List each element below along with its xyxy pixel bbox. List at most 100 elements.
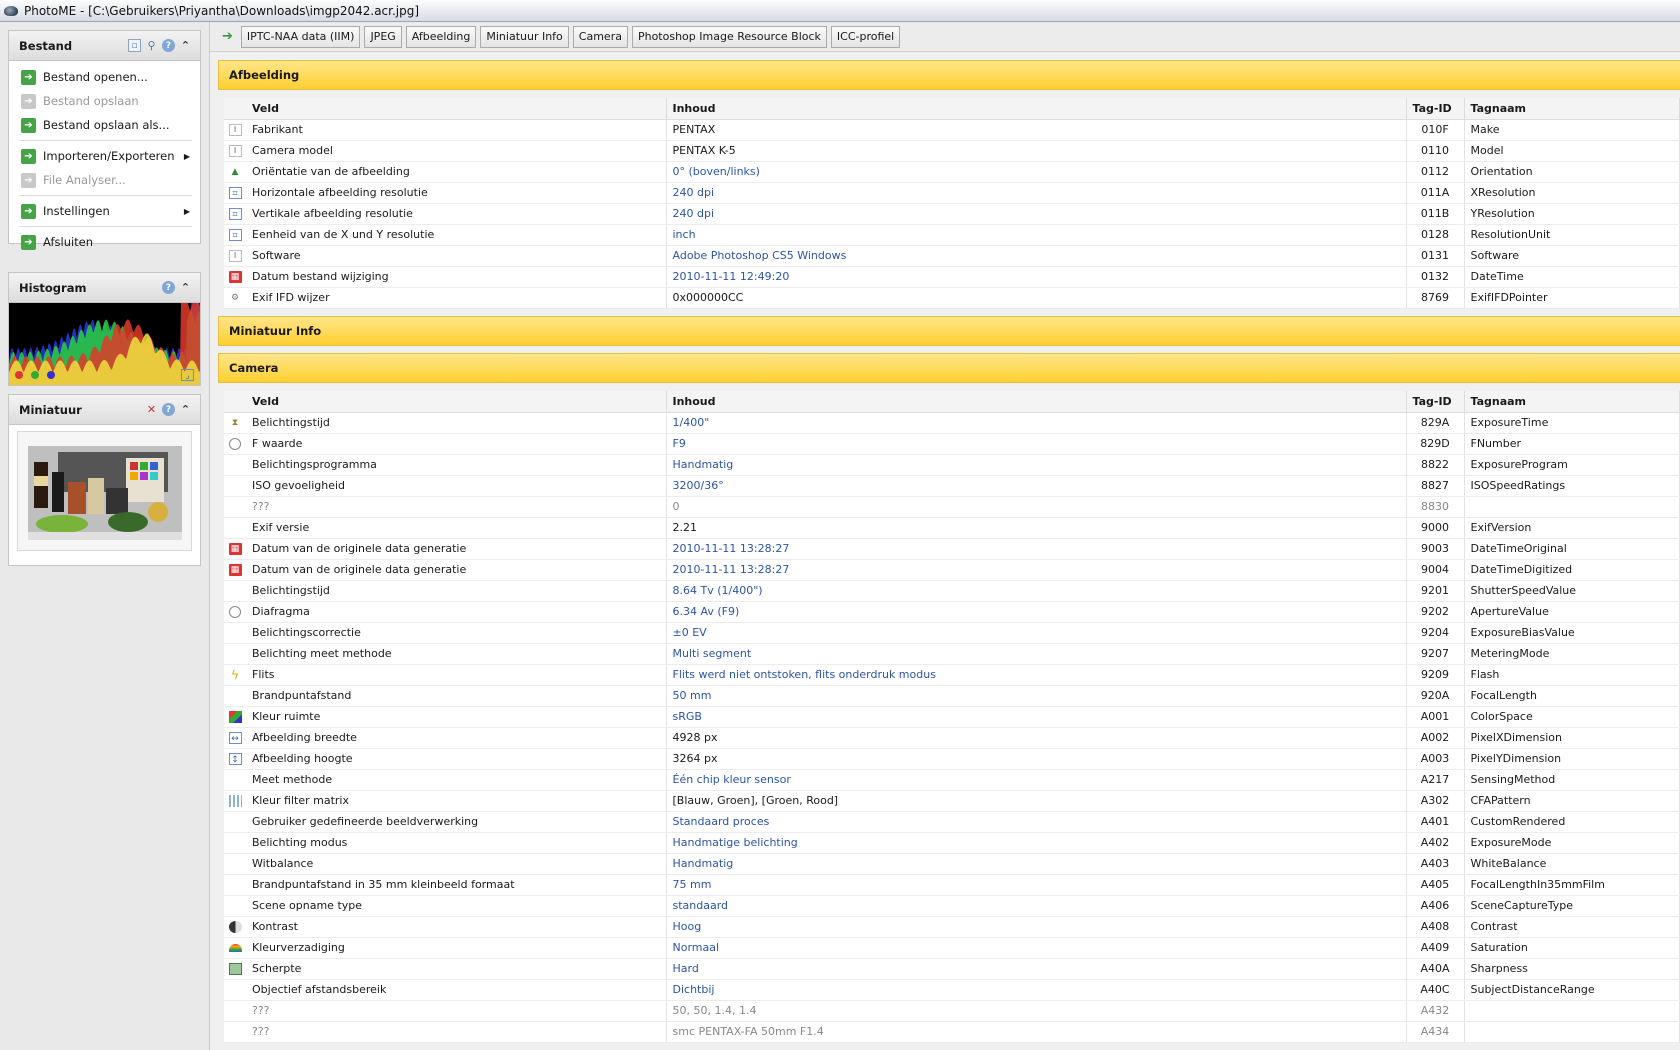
table-row[interactable]: ISO gevoeligheid 3200/36° 8827 ISOSpeedRati…: [224, 475, 1680, 497]
tab-6[interactable]: ICC-profiel: [830, 25, 901, 48]
cell-inhoud[interactable]: 6.34 Av (F9): [666, 601, 1407, 623]
table-row[interactable]: Kleurverzadiging Normaal A409 Saturation: [224, 937, 1680, 959]
table-row[interactable]: Exif versie 2.21 9000 ExifVersion: [224, 517, 1680, 539]
menu-item-0[interactable]: ➔ Bestand openen...: [9, 65, 200, 89]
table-row[interactable]: ↕ Afbeelding hoogte 3264 px A003 PixelYDimen…: [224, 748, 1680, 770]
remove-thumbnail-icon[interactable]: ✕: [145, 403, 158, 416]
forward-arrow-icon[interactable]: ➔: [222, 29, 233, 44]
table-row[interactable]: ??? 0 8830: [224, 496, 1680, 518]
column-header-inhoud[interactable]: Inhoud: [666, 98, 1407, 120]
tab-5[interactable]: Photoshop Image Resource Block: [631, 25, 827, 48]
section-miniatuur-info-header[interactable]: Miniatuur Info: [218, 316, 1680, 346]
table-row[interactable]: Belichting meet methode Multi segment 9207…: [224, 643, 1680, 665]
table-row[interactable]: Scene opname type standaard A406 SceneCaptu…: [224, 895, 1680, 917]
blue-channel-dot[interactable]: [47, 371, 55, 379]
cell-inhoud[interactable]: Handmatige belichting: [666, 832, 1407, 854]
cell-inhoud[interactable]: standaard: [666, 895, 1407, 917]
collapse-icon[interactable]: ⌃: [179, 281, 192, 294]
cell-inhoud[interactable]: Handmatig: [666, 853, 1407, 875]
table-row[interactable]: Kleur filter matrix [Blauw, Groen], [Groe…: [224, 790, 1680, 812]
cell-inhoud[interactable]: 3200/36°: [666, 475, 1407, 497]
cell-inhoud[interactable]: 240 dpi: [666, 182, 1407, 204]
table-row[interactable]: Gebruiker gedefineerde beeldverwerking St…: [224, 811, 1680, 833]
red-channel-dot[interactable]: [15, 371, 23, 379]
cell-inhoud[interactable]: ±0 EV: [666, 622, 1407, 644]
table-row[interactable]: ▦ Datum bestand wijziging 2010-11-11 12:49…: [224, 266, 1680, 288]
table-row[interactable]: Kleur ruimte sRGB A001 ColorSpace: [224, 706, 1680, 728]
table-row[interactable]: ▦ Datum van de originele data generatie 20…: [224, 559, 1680, 581]
cell-inhoud[interactable]: 2010-11-11 12:49:20: [666, 266, 1407, 288]
cell-inhoud[interactable]: 8.64 Tv (1/400"): [666, 580, 1407, 602]
column-header-veld[interactable]: Veld: [246, 391, 667, 413]
collapse-icon[interactable]: ⌃: [179, 403, 192, 416]
menu-item-3[interactable]: ➔ Importeren/Exporteren ▶: [9, 144, 200, 168]
collapse-icon[interactable]: ⌃: [179, 39, 192, 52]
table-row[interactable]: ⌗ Vertikale afbeelding resolutie 240 dpi 01…: [224, 203, 1680, 225]
section-afbeelding-header[interactable]: Afbeelding: [218, 60, 1680, 90]
table-row[interactable]: Belichtingscorrectie ±0 EV 9204 ExposureBia…: [224, 622, 1680, 644]
search-icon[interactable]: ⚲: [145, 39, 158, 52]
column-header-inhoud[interactable]: Inhoud: [666, 391, 1407, 413]
tab-4[interactable]: Camera: [572, 25, 628, 48]
help-icon[interactable]: ?: [162, 281, 175, 294]
cell-inhoud[interactable]: inch: [666, 224, 1407, 246]
column-header-tagnaam[interactable]: Tagnaam: [1464, 98, 1680, 120]
menu-item-5[interactable]: ➔ Instellingen ▶: [9, 199, 200, 223]
table-row[interactable]: Witbalance Handmatig A403 WhiteBalance: [224, 853, 1680, 875]
cell-inhoud[interactable]: Adobe Photoshop CS5 Windows: [666, 245, 1407, 267]
column-header-veld[interactable]: Veld: [246, 98, 667, 120]
cell-inhoud[interactable]: Één chip kleur sensor: [666, 769, 1407, 791]
table-row[interactable]: ⌗ Eenheid van de X und Y resolutie inch 012…: [224, 224, 1680, 246]
menu-item-1[interactable]: ➔ Bestand opslaan: [9, 89, 200, 113]
tab-2[interactable]: Afbeelding: [405, 25, 477, 48]
table-row[interactable]: Diafragma 6.34 Av (F9) 9202 ApertureValue: [224, 601, 1680, 623]
table-row[interactable]: Meet methode Één chip kleur sensor A217 Sen…: [224, 769, 1680, 791]
cell-inhoud[interactable]: 1/400": [666, 412, 1407, 434]
table-row[interactable]: Objectief afstandsbereik Dichtbij A40C Subj…: [224, 979, 1680, 1001]
menu-item-4[interactable]: ➔ File Analyser...: [9, 168, 200, 192]
table-row[interactable]: ??? smc PENTAX-FA 50mm F1.4 A434: [224, 1021, 1680, 1043]
table-row[interactable]: Belichtingstijd 8.64 Tv (1/400") 9201 Shutt…: [224, 580, 1680, 602]
table-row[interactable]: I Software Adobe Photoshop CS5 Windows 0131…: [224, 245, 1680, 267]
table-row[interactable]: ↔ Afbeelding breedte 4928 px A002 PixelXDime…: [224, 727, 1680, 749]
cell-inhoud[interactable]: F9: [666, 433, 1407, 455]
cell-inhoud[interactable]: Dichtbij: [666, 979, 1407, 1001]
table-row[interactable]: I Fabrikant PENTAX 010F Make: [224, 119, 1680, 141]
cell-inhoud[interactable]: 2010-11-11 13:28:27: [666, 559, 1407, 581]
green-channel-dot[interactable]: [31, 371, 39, 379]
table-row[interactable]: I Camera model PENTAX K-5 0110 Model: [224, 140, 1680, 162]
menu-item-2[interactable]: ➔ Bestand opslaan als...: [9, 113, 200, 137]
menu-item-6[interactable]: ➔ Afsluiten: [9, 230, 200, 254]
cell-inhoud[interactable]: sRGB: [666, 706, 1407, 728]
histogram-options-icon[interactable]: ⌟: [181, 369, 194, 381]
cell-inhoud[interactable]: 50 mm: [666, 685, 1407, 707]
help-icon[interactable]: ?: [162, 403, 175, 416]
cell-inhoud[interactable]: 240 dpi: [666, 203, 1407, 225]
table-row[interactable]: Kontrast Hoog A408 Contrast: [224, 916, 1680, 938]
cell-inhoud[interactable]: Standaard proces: [666, 811, 1407, 833]
cell-inhoud[interactable]: Hoog: [666, 916, 1407, 938]
cell-inhoud[interactable]: Hard: [666, 958, 1407, 980]
table-row[interactable]: Belichtingsprogramma Handmatig 8822 Exposur…: [224, 454, 1680, 476]
table-row[interactable]: ▦ Datum van de originele data generatie 20…: [224, 538, 1680, 560]
tab-1[interactable]: JPEG: [364, 25, 402, 48]
help-icon[interactable]: ?: [162, 39, 175, 52]
table-row[interactable]: Brandpuntafstand in 35 mm kleinbeeld for…: [224, 874, 1680, 896]
table-row[interactable]: ⧗ Belichtingstijd 1/400" 829A ExposureTime: [224, 412, 1680, 434]
copy-icon[interactable]: ▫: [128, 39, 141, 52]
cell-inhoud[interactable]: Normaal: [666, 937, 1407, 959]
table-row[interactable]: ??? 50, 50, 1.4, 1.4 A432: [224, 1000, 1680, 1022]
column-header-tagid[interactable]: Tag-ID: [1406, 391, 1465, 413]
tab-0[interactable]: IPTC-NAA data (IIM): [240, 25, 361, 48]
table-row[interactable]: ⚙ Exif IFD wijzer 0x000000CC 8769 ExifIFDPoi…: [224, 287, 1680, 309]
column-header-tagid[interactable]: Tag-ID: [1406, 98, 1465, 120]
section-camera-header[interactable]: Camera: [218, 353, 1680, 383]
table-row[interactable]: F waarde F9 829D FNumber: [224, 433, 1680, 455]
table-row[interactable]: Brandpuntafstand 50 mm 920A FocalLength: [224, 685, 1680, 707]
cell-inhoud[interactable]: Multi segment: [666, 643, 1407, 665]
table-row[interactable]: Scherpte Hard A40A Sharpness: [224, 958, 1680, 980]
table-row[interactable]: ▲ Oriëntatie van de afbeelding 0° (boven/l…: [224, 161, 1680, 183]
table-row[interactable]: ϟ Flits Flits werd niet ontstoken, flits o…: [224, 664, 1680, 686]
cell-inhoud[interactable]: 0° (boven/links): [666, 161, 1407, 183]
cell-inhoud[interactable]: Flits werd niet ontstoken, flits onderdr…: [666, 664, 1407, 686]
